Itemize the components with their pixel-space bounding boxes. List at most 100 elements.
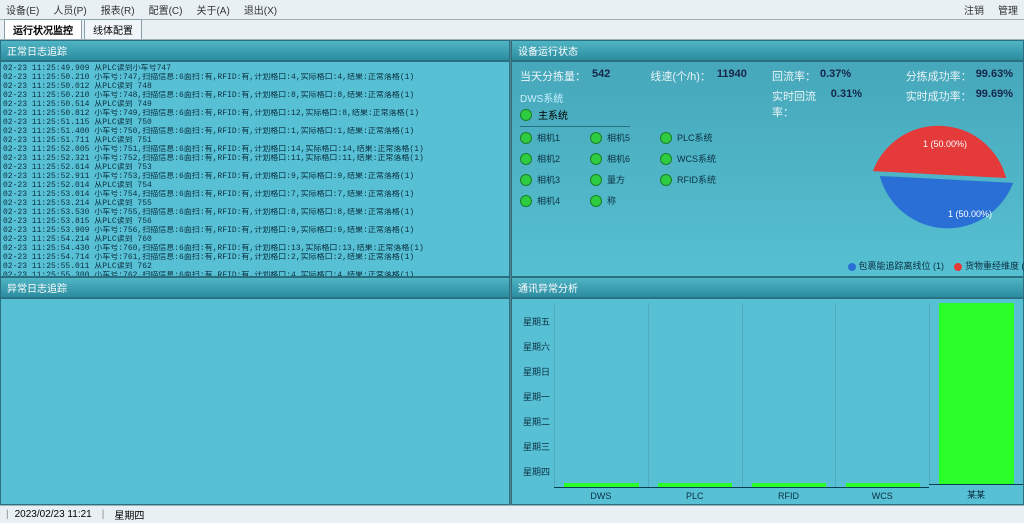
pie-svg: 1 (50.00%) 1 (50.00%) bbox=[863, 89, 1023, 249]
tabbar: 运行状况监控线体配置 bbox=[0, 20, 1024, 40]
legend-label: 货物重经维度 (12) bbox=[965, 261, 1024, 271]
dws-title: DWS系统 bbox=[520, 90, 764, 105]
log-line: 02-23 11:25:49.909 从PLC读到小车号747 bbox=[3, 64, 507, 73]
right-column: 设备运行状态 当天分拣量：542 线速(个/h)：11940 DWS系统 主系统… bbox=[510, 40, 1024, 505]
dws-item: WCS系统 bbox=[660, 152, 716, 165]
menu-item[interactable]: 关于(A) bbox=[196, 2, 229, 17]
status-dot-icon bbox=[660, 132, 672, 144]
dws-item-label: 称 bbox=[607, 194, 616, 207]
log-line: 02-23 11:25:50.812 小车号:749,扫描信息:6面扫:有,RF… bbox=[3, 109, 507, 118]
log-line: 02-23 11:25:52.005 小车号:751,扫描信息:6面扫:有,RF… bbox=[3, 145, 507, 154]
stat-value: 99.69% bbox=[976, 88, 1013, 104]
error-log-panel[interactable] bbox=[0, 298, 510, 505]
yaxis-label: 星期三 bbox=[516, 440, 550, 453]
dws-item: 相机2 bbox=[520, 152, 560, 165]
dws-item: 相机1 bbox=[520, 131, 560, 144]
stat-value: 11940 bbox=[717, 68, 747, 84]
status-dot-icon bbox=[590, 195, 602, 207]
legend-dot-icon bbox=[954, 263, 962, 271]
bar-label: DWS bbox=[554, 487, 648, 504]
log-line: 02-23 11:25:54.214 从PLC读到 760 bbox=[3, 235, 507, 244]
dws-item-label: 相机6 bbox=[607, 152, 630, 165]
comm-yaxis: 星期五星期六星期日星期一星期二星期三星期四 bbox=[512, 299, 554, 504]
yaxis-label: 星期六 bbox=[516, 340, 550, 353]
log-line: 02-23 11:25:52.911 小车号:753,扫描信息:6面扫:有,RF… bbox=[3, 172, 507, 181]
log-line: 02-23 11:25:51.400 小车号:750,扫描信息:6面扫:有,RF… bbox=[3, 127, 507, 136]
bar-column: DWS bbox=[554, 303, 648, 504]
menu-item[interactable]: 报表(R) bbox=[101, 2, 135, 17]
status-dot-icon bbox=[520, 195, 532, 207]
comm-panel: 星期五星期六星期日星期一星期二星期三星期四 DWSPLCRFIDWCS某某 bbox=[511, 298, 1024, 505]
menu-item[interactable]: 人员(P) bbox=[53, 2, 86, 17]
status-dot-icon bbox=[660, 174, 672, 186]
stat-label: 实时成功率： bbox=[906, 88, 972, 104]
dws-main-label: 主系统 bbox=[538, 107, 568, 122]
dws-item-label: 相机3 bbox=[537, 173, 560, 186]
bar-column: RFID bbox=[742, 303, 836, 504]
status-dot-icon bbox=[520, 153, 532, 165]
stat-value: 0.37% bbox=[820, 68, 851, 84]
log-line: 02-23 11:25:50.210 小车号:747,扫描信息:6面扫:有,RF… bbox=[3, 73, 507, 82]
log-line: 02-23 11:25:50.514 从PLC读到 749 bbox=[3, 100, 507, 109]
dws-item: 量方 bbox=[590, 173, 630, 186]
status-title: 设备运行状态 bbox=[511, 40, 1024, 61]
separator: | bbox=[102, 509, 105, 520]
menu-item[interactable]: 退出(X) bbox=[244, 2, 277, 17]
log-line: 02-23 11:25:50.012 从PLC读到 748 bbox=[3, 82, 507, 91]
status-dot-icon bbox=[590, 174, 602, 186]
dws-item-label: WCS系统 bbox=[677, 152, 716, 165]
menu-item[interactable]: 注销 bbox=[964, 2, 984, 17]
tab[interactable]: 线体配置 bbox=[84, 19, 142, 39]
statusbar: 2023/02/23 11:21 | 星期四 bbox=[0, 505, 1024, 523]
dws-item-label: 量方 bbox=[607, 173, 625, 186]
bar-label: PLC bbox=[648, 487, 742, 504]
stat-value: 542 bbox=[592, 68, 610, 84]
status-dot-icon bbox=[660, 153, 672, 165]
dws-item-label: RFID系统 bbox=[677, 173, 716, 186]
menu-item[interactable]: 管理 bbox=[998, 2, 1018, 17]
dws-item: PLC系统 bbox=[660, 131, 716, 144]
error-log-title: 异常日志追踪 bbox=[0, 277, 510, 298]
bar-column: PLC bbox=[648, 303, 742, 504]
status-dot-icon bbox=[590, 153, 602, 165]
stat-value: 99.63% bbox=[976, 68, 1013, 84]
status-dot-icon bbox=[520, 109, 532, 121]
menu-item[interactable]: 设备(E) bbox=[6, 2, 39, 17]
stat-label: 线速(个/h)： bbox=[650, 68, 711, 84]
dws-item-label: 相机1 bbox=[537, 131, 560, 144]
stat-label: 回流率： bbox=[772, 68, 816, 84]
menu-item[interactable]: 配置(C) bbox=[149, 2, 183, 17]
menubar: 设备(E) 人员(P) 报表(R) 配置(C) 关于(A) 退出(X) 注销管理 bbox=[0, 0, 1024, 20]
dws-grid: 相机1相机2相机3相机4 相机5相机6量方称 PLC系统WCS系统RFID系统 bbox=[520, 131, 764, 207]
normal-log-title: 正常日志追踪 bbox=[0, 40, 510, 61]
log-line: 02-23 11:25:54.714 小车号:761,扫描信息:6面扫:有,RF… bbox=[3, 253, 507, 262]
log-line: 02-23 11:25:53.530 小车号:755,扫描信息:6面扫:有,RF… bbox=[3, 208, 507, 217]
main: 正常日志追踪 02-23 11:25:49.909 从PLC读到小车号74702… bbox=[0, 40, 1024, 505]
log-line: 02-23 11:25:52.014 从PLC读到 754 bbox=[3, 181, 507, 190]
log-line: 02-23 11:25:53.014 小车号:754,扫描信息:6面扫:有,RF… bbox=[3, 190, 507, 199]
yaxis-label: 星期二 bbox=[516, 415, 550, 428]
log-line: 02-23 11:25:52.614 从PLC读到 753 bbox=[3, 163, 507, 172]
yaxis-label: 星期五 bbox=[516, 315, 550, 328]
stat-label: 实时回流率： bbox=[772, 88, 827, 120]
bar-label: 某某 bbox=[929, 484, 1023, 504]
comm-bars: DWSPLCRFIDWCS某某 bbox=[554, 299, 1023, 504]
status-dot-icon bbox=[520, 174, 532, 186]
dws-item-label: PLC系统 bbox=[677, 131, 713, 144]
tab[interactable]: 运行状况监控 bbox=[4, 19, 82, 39]
pie-legend: 包裹能追踪离线位 (1) 货物重经维度 (12) bbox=[847, 259, 1024, 272]
status-panel: 当天分拣量：542 线速(个/h)：11940 DWS系统 主系统 相机1相机2… bbox=[511, 61, 1024, 277]
legend-label: 包裹能追踪离线位 (1) bbox=[858, 261, 944, 271]
log-line: 02-23 11:25:53.815 从PLC读到 756 bbox=[3, 217, 507, 226]
normal-log-panel[interactable]: 02-23 11:25:49.909 从PLC读到小车号74702-23 11:… bbox=[0, 61, 510, 277]
yaxis-label: 星期四 bbox=[516, 465, 550, 478]
log-line: 02-23 11:25:51.711 从PLC读到 751 bbox=[3, 136, 507, 145]
yaxis-label: 星期一 bbox=[516, 390, 550, 403]
pie-chart: 分拣成功率：99.63% 实时成功率：99.69% 1 (50.00%) 1 (… bbox=[862, 62, 1023, 276]
log-line: 02-23 11:25:53.214 从PLC读到 755 bbox=[3, 199, 507, 208]
log-line: 02-23 11:25:55.011 从PLC读到 762 bbox=[3, 262, 507, 271]
pie-slice1-label: 1 (50.00%) bbox=[923, 139, 967, 149]
dws-item-label: 相机4 bbox=[537, 194, 560, 207]
stat-label: 分拣成功率： bbox=[906, 68, 972, 84]
dws-section: DWS系统 主系统 相机1相机2相机3相机4 相机5相机6量方称 PLC系统WC… bbox=[512, 86, 772, 211]
